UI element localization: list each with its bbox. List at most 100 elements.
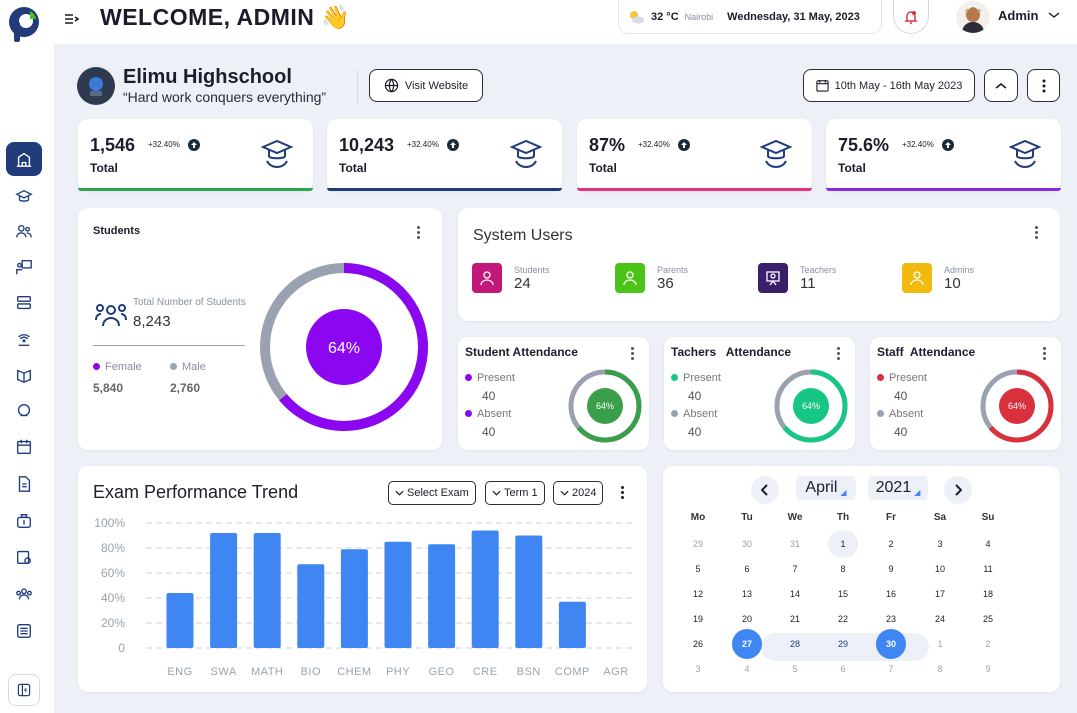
user-type-count: 11 [800,274,816,292]
calendar-day[interactable]: 6 [828,655,858,683]
kebab-menu-icon[interactable] [1043,347,1047,362]
calendar-day[interactable]: 14 [780,580,810,608]
calendar-day[interactable]: 26 [683,630,713,658]
sidebar-item-groups[interactable] [6,577,42,611]
notifications-button[interactable] [893,0,929,34]
calendar-day[interactable]: 15 [828,580,858,608]
month-select[interactable]: April ◢ [796,476,856,500]
calendar-day[interactable]: 16 [876,580,906,608]
term-dropdown[interactable]: Term 1 [485,481,545,505]
prev-month-button[interactable] [751,476,779,504]
calendar-day[interactable]: 3 [683,655,713,683]
calendar-day[interactable]: 8 [925,655,955,683]
year-dropdown[interactable]: 2024 [553,481,604,505]
calendar-day[interactable]: 29 [828,630,858,658]
calendar-day[interactable]: 31 [780,530,810,558]
kebab-menu-icon[interactable] [1035,226,1039,241]
sidebar-item-finance[interactable] [6,504,42,538]
stat-card[interactable]: 10,243 +32.40% Total [327,119,562,191]
calendar-day[interactable]: 7 [876,655,906,683]
bar[interactable] [384,541,412,648]
kebab-menu-icon[interactable] [837,347,841,362]
calendar-day[interactable]: 24 [925,605,955,633]
stat-card[interactable]: 87% +32.40% Total [577,119,812,191]
calendar-day[interactable]: 6 [732,555,762,583]
calendar-day[interactable]: 7 [780,555,810,583]
calendar-day[interactable]: 9 [876,555,906,583]
students-title: Students [93,225,141,237]
bar[interactable] [297,564,325,648]
sidebar-item-iot[interactable] [6,322,42,356]
calendar-day[interactable]: 25 [973,605,1003,633]
user-type-parents[interactable]: Parents 36 [615,263,688,293]
stat-label: Total [589,161,617,175]
menu-toggle-button[interactable] [52,0,92,38]
sidebar-item-students[interactable] [6,180,42,214]
date-range-button[interactable]: 10th May - 16th May 2023 [803,69,975,102]
stat-card[interactable]: 1,546 +32.40% Total [78,119,313,191]
calendar-day[interactable]: 10 [925,555,955,583]
bar[interactable] [340,549,368,648]
user-type-admins[interactable]: Admins 10 [902,263,974,293]
calendar-day[interactable]: 5 [683,555,713,583]
calendar-day[interactable]: 9 [973,655,1003,683]
more-options-button[interactable] [1027,69,1060,102]
calendar-day[interactable]: 1 [828,530,858,558]
sidebar-item-reports[interactable] [6,540,42,574]
kebab-menu-icon[interactable] [631,347,635,362]
bar[interactable] [253,533,281,648]
select-exam-dropdown[interactable]: Select Exam [388,481,476,505]
sidebar-item-dashboard[interactable] [6,142,42,176]
calendar-day[interactable]: 1 [925,630,955,658]
bar[interactable] [210,533,238,648]
calendar-day[interactable]: 3 [925,530,955,558]
calendar-day[interactable]: 17 [925,580,955,608]
calendar-day[interactable]: 13 [732,580,762,608]
bar[interactable] [471,530,499,649]
bar[interactable] [166,593,194,648]
calendar-day[interactable]: 18 [973,580,1003,608]
calendar-day[interactable]: 12 [683,580,713,608]
calendar-day[interactable]: 2 [973,630,1003,658]
calendar-day[interactable]: 4 [732,655,762,683]
sidebar-item-teachers[interactable] [6,250,42,284]
year-select[interactable]: 2021 ◢ [868,476,928,500]
sidebar-item-documents[interactable] [6,467,42,501]
next-month-button[interactable] [944,476,972,504]
calendar-day[interactable]: 21 [780,605,810,633]
calendar-day[interactable]: 5 [780,655,810,683]
y-tick-label: 0 [118,641,125,655]
calendar-day[interactable]: 30 [732,530,762,558]
bar[interactable] [515,535,543,649]
visit-website-button[interactable]: Visit Website [369,69,483,102]
calendar-day[interactable]: 8 [828,555,858,583]
user-name[interactable]: Admin [998,8,1038,23]
sidebar-item-settings[interactable] [6,614,42,648]
collapse-sidebar-button[interactable] [8,674,40,706]
app-logo[interactable] [6,5,42,43]
kebab-menu-icon[interactable] [417,226,421,241]
user-avatar[interactable] [956,1,990,33]
sidebar-item-classes[interactable] [6,286,42,320]
calendar-day[interactable]: 28 [780,630,810,658]
stat-card[interactable]: 75.6% +32.40% Total [826,119,1061,191]
bar[interactable] [558,601,586,648]
chevron-down-icon[interactable] [1047,10,1061,20]
stat-change: +32.40% [902,140,934,149]
user-type-teachers[interactable]: Teachers 11 [758,263,837,293]
calendar-day[interactable]: 22 [828,605,858,633]
stat-accent-bar [826,188,1061,191]
kebab-menu-icon[interactable] [621,486,625,501]
calendar-day[interactable]: 11 [973,555,1003,583]
calendar-day[interactable]: 2 [876,530,906,558]
bar[interactable] [428,544,456,648]
calendar-day[interactable]: 19 [683,605,713,633]
sidebar-item-support[interactable] [6,394,42,428]
sidebar-item-calendar[interactable] [6,430,42,464]
calendar-day[interactable]: 4 [973,530,1003,558]
sidebar-item-parents[interactable] [6,215,42,249]
user-type-students[interactable]: Students 24 [472,263,550,293]
calendar-day[interactable]: 29 [683,530,713,558]
collapse-header-button[interactable] [984,69,1018,102]
sidebar-item-library[interactable] [6,358,42,392]
